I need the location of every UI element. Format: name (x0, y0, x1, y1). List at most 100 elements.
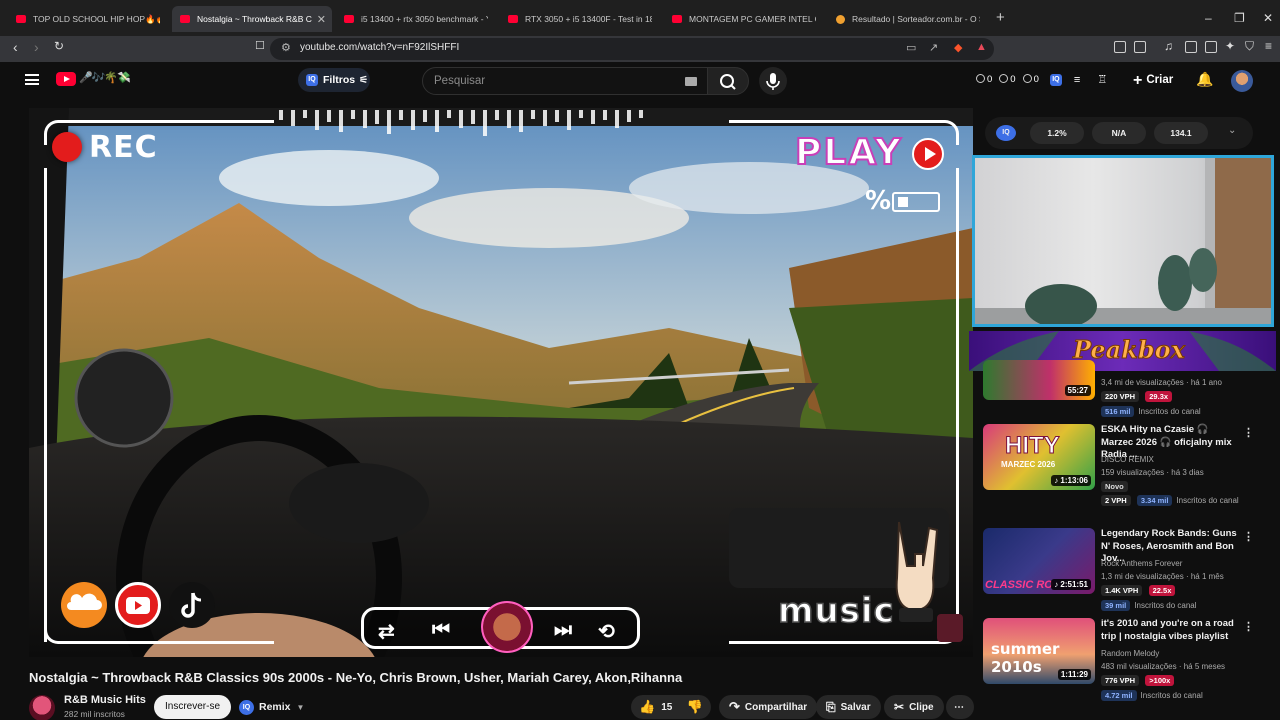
video-duration: ♪ 1:13:06 (1051, 475, 1091, 486)
dislike-thumb-icon[interactable]: 👎 (687, 699, 703, 715)
scissors-icon: ✂ (894, 700, 905, 714)
like-count[interactable]: 15 (661, 702, 672, 713)
browser-tab-title: Nostalgia ~ Throwback R&B C (197, 14, 312, 24)
browser-tab[interactable]: i5 13400 + rtx 3050 benchmark - You (336, 6, 496, 32)
reload-icon[interactable]: ↻ (54, 39, 64, 53)
search-input[interactable]: Pesquisar (422, 67, 708, 95)
leo-ai-icon[interactable]: ✦ (1225, 39, 1235, 53)
video-age: há 5 meses (1183, 662, 1226, 671)
subs-chip: 3.34 mil (1136, 495, 1173, 506)
remix-label: Remix (259, 701, 291, 713)
filters-button[interactable]: IQ Filtros ⚟ (298, 68, 370, 92)
video-views-age: 1,3 mi de visualizações · há 1 mês (1101, 572, 1224, 581)
iq-badge-icon[interactable]: IQ (996, 125, 1016, 141)
channel-avatar[interactable] (29, 695, 55, 720)
address-bar[interactable]: ⚙ youtube.com/watch?v=nF92IlSHFFI ▭ ↗ ◆ … (270, 38, 994, 60)
browser-toolbar: ‹ › ↻ ☐ ⚙ youtube.com/watch?v=nF92IlSHFF… (0, 36, 1280, 62)
plus-icon: + (1133, 72, 1143, 89)
webcam-room-image (975, 158, 1271, 324)
browser-tab[interactable]: TOP OLD SCHOOL HIP HOP🔥🔥 Ice (8, 6, 168, 32)
youtube-favicon-icon (180, 15, 190, 23)
voice-search-button[interactable] (759, 67, 787, 95)
share-page-icon[interactable]: ↗ (929, 41, 938, 54)
save-button[interactable]: ⎘ Salvar (816, 695, 881, 719)
menu-icon[interactable]: ≡ (1265, 39, 1272, 53)
browser-tab-title: TOP OLD SCHOOL HIP HOP🔥🔥 Ice (33, 13, 160, 24)
extension-icon[interactable] (1134, 41, 1146, 53)
video-thumbnail[interactable]: summer 2010s 1:11:29 (983, 618, 1095, 684)
chevron-down-icon[interactable]: ⌄ (1228, 125, 1236, 136)
video-channel[interactable]: Random Melody (1101, 649, 1159, 658)
list-icon[interactable]: ≡ (1074, 74, 1080, 86)
sidebar-icon[interactable] (1185, 41, 1197, 53)
related-video-item[interactable]: summer 2010s 1:11:29 it's 2010 and you'r… (983, 618, 1273, 706)
thumbnail-subtext: MARZEC 2026 (1001, 460, 1056, 469)
more-actions-button[interactable]: ⋯ (946, 695, 974, 719)
overlay-frame-edge (44, 168, 47, 642)
browser-tab-strip: TOP OLD SCHOOL HIP HOP🔥🔥 Ice Nostalgia ~… (0, 0, 1280, 36)
browser-tab[interactable]: RTX 3050 + i5 13400F - Test in 18 Ga (500, 6, 660, 32)
bookmark-save-icon: ⎘ (826, 699, 836, 714)
keyboard-icon[interactable] (685, 77, 697, 86)
clip-button[interactable]: ✂ Clipe (884, 695, 944, 719)
youtube-logo[interactable] (56, 72, 76, 86)
video-channel[interactable]: Rock Anthems Forever (1101, 559, 1182, 568)
multiplier-chip: 29.3x (1145, 391, 1173, 402)
create-button[interactable]: + Criar (1133, 72, 1173, 90)
channel-name[interactable]: R&B Music Hits (64, 694, 146, 706)
subs-chip: 39 mil (1101, 600, 1131, 611)
browser-tab-active[interactable]: Nostalgia ~ Throwback R&B C ✕ (172, 6, 332, 32)
subs-label: Inscritos do canal (1134, 601, 1197, 610)
notifications-bell-icon[interactable]: 🔔 (1196, 71, 1213, 88)
video-thumbnail[interactable]: 55:27 (983, 360, 1095, 400)
subscribe-button[interactable]: Inscrever-se (154, 695, 231, 719)
close-tab-icon[interactable]: ✕ (317, 13, 326, 26)
video-channel[interactable]: DISCO REMIX (1101, 455, 1154, 464)
tiktok-icon (169, 582, 215, 628)
video-thumbnail[interactable]: HITY MARZEC 2026 ♪ 1:13:06 (983, 424, 1095, 490)
hamburger-menu-icon[interactable] (25, 74, 39, 85)
search-button[interactable] (707, 67, 749, 95)
related-video-item[interactable]: HITY MARZEC 2026 ♪ 1:13:06 ESKA Hity na … (983, 424, 1273, 514)
brave-shield-icon[interactable]: ◆ (954, 41, 962, 54)
video-thumbnail[interactable]: CLASSIC RO ♪ 2:51:51 (983, 528, 1095, 594)
more-options-icon[interactable]: ⋮ (1243, 620, 1254, 633)
channel-watermark[interactable] (937, 614, 963, 642)
video-title[interactable]: it's 2010 and you're on a road trip | no… (1101, 618, 1241, 643)
media-music-icon[interactable]: ♫ (1164, 39, 1173, 53)
share-label: Compartilhar (744, 701, 808, 713)
bookmark-icon[interactable]: ☐ (255, 39, 265, 52)
like-thumb-icon[interactable]: 👍 (639, 699, 655, 715)
stat-value: 0 (987, 74, 993, 85)
brave-rewards-icon[interactable]: ▲ (976, 41, 987, 53)
related-video-item[interactable]: CLASSIC RO ♪ 2:51:51 Legendary Rock Band… (983, 528, 1273, 616)
related-video-item[interactable]: 55:27 3,4 mi de visualizações · há 1 ano… (983, 360, 1273, 419)
cast-icon[interactable]: ▭ (906, 41, 916, 54)
account-avatar[interactable] (1231, 70, 1253, 92)
video-player[interactable]: REC PLAY % ⇄ ⏮ ⏭ ⟲ music (29, 108, 973, 657)
forward-arrow-icon[interactable]: › (34, 39, 39, 55)
remix-button[interactable]: IQ Remix ▼ (239, 697, 304, 717)
more-options-icon[interactable]: ⋮ (1243, 530, 1254, 543)
wallet-icon[interactable] (1205, 41, 1217, 53)
play-circle-icon (912, 138, 944, 170)
close-window-icon[interactable]: ✕ (1263, 11, 1273, 25)
extension-stats: 0 0 0 IQ ≡ ♖ (976, 73, 1107, 86)
browser-tab[interactable]: Resultado | Sorteador.com.br - O Site (828, 6, 988, 32)
share-button[interactable]: ↷ Compartilhar (719, 695, 818, 719)
more-options-icon[interactable]: ⋮ (1243, 426, 1254, 439)
site-info-icon[interactable]: ⚙ (281, 41, 291, 54)
back-arrow-icon[interactable]: ‹ (13, 39, 18, 55)
minimize-icon[interactable]: – (1205, 11, 1212, 25)
video-stats-chips: 220 VPH 29.3x (1101, 391, 1176, 402)
iq-badge-icon[interactable]: IQ (1049, 73, 1062, 86)
browser-tab-title: MONTAGEM PC GAMER INTEL GIGA (689, 14, 816, 24)
battery-icon (892, 192, 940, 212)
vpn-shield-icon[interactable]: ⛉ (1245, 39, 1254, 54)
browser-tab[interactable]: MONTAGEM PC GAMER INTEL GIGA (664, 6, 824, 32)
new-tab-plus-icon[interactable]: + (996, 9, 1005, 26)
extensions-puzzle-icon[interactable] (1114, 41, 1126, 53)
maximize-icon[interactable]: ❐ (1234, 11, 1245, 25)
trophy-icon[interactable]: ♖ (1097, 73, 1107, 86)
clock-icon (976, 74, 985, 83)
